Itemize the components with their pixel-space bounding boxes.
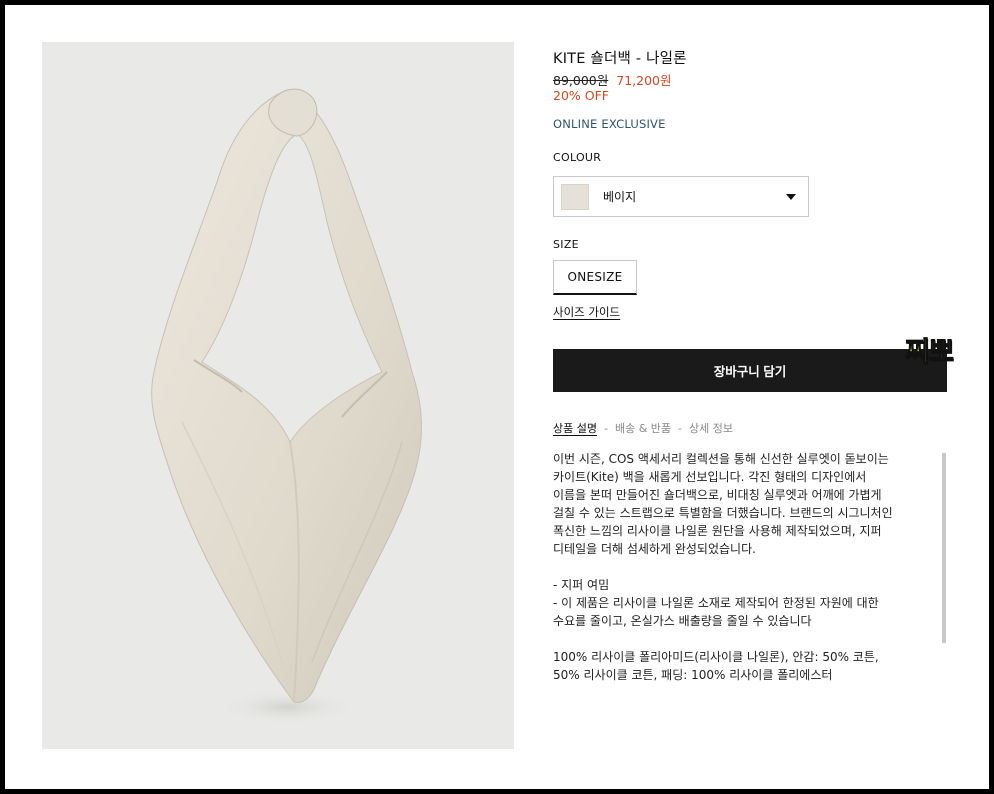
description-line: 카이트(Kite) 백을 새롭게 선보입니다. 각진 형태의 디자인에서 <box>553 470 867 484</box>
price-original: 89,000원 <box>553 73 609 88</box>
description-panel: 이번 시즌, COS 액세서리 컬렉션을 통해 신선한 실루엣이 돋보이는 카이… <box>553 450 935 690</box>
colour-value: 베이지 <box>603 190 637 204</box>
description-line: 폭신한 느낌의 리사이클 나일론 원단을 사용해 제작되었으며, 지퍼 <box>553 524 882 538</box>
materials-line: 100% 리사이클 폴리아미드(리사이클 나일론), 안감: 50% 코튼, <box>553 650 879 664</box>
size-guide-link[interactable]: 사이즈 가이드 <box>553 304 620 320</box>
tab-details[interactable]: 상세 정보 <box>689 422 733 435</box>
description-scrollbar[interactable] <box>942 453 946 643</box>
page-frame: KITE 숄더백 - 나일론 89,000원 71,200원 20% OFF ON… <box>5 5 989 789</box>
info-tabs: 상품 설명 - 배송 & 반품 - 상세 정보 <box>553 420 733 436</box>
bullet-line: - 지퍼 여밈 <box>553 578 610 592</box>
description-line: 디테일을 더해 섬세하게 완성되었습니다. <box>553 542 756 556</box>
product-image[interactable] <box>42 42 514 749</box>
sticker-text: 찌뽀 <box>904 336 954 368</box>
colour-select[interactable]: 베이지 <box>553 176 809 217</box>
tab-description[interactable]: 상품 설명 <box>553 422 597 435</box>
price-row: 89,000원 71,200원 <box>553 70 672 89</box>
colour-label: COLOUR <box>553 151 602 164</box>
size-label: SIZE <box>553 238 579 251</box>
add-to-cart-button[interactable]: 장바구니 담기 <box>553 349 947 392</box>
tab-separator: - <box>678 422 683 435</box>
bullet-line: - 이 제품은 리사이클 나일론 소재로 제작되어 한정된 자원에 대한 <box>553 596 879 610</box>
exclusive-badge: ONLINE EXCLUSIVE <box>553 117 666 131</box>
materials-line: 50% 리사이클 코튼, 패딩: 100% 리사이클 폴리에스터 <box>553 668 833 682</box>
size-option-onesize[interactable]: ONESIZE <box>553 260 637 295</box>
product-title: KITE 숄더백 - 나일론 <box>553 51 687 67</box>
bag-photo-icon <box>151 88 422 725</box>
discount-label: 20% OFF <box>553 88 609 103</box>
colour-swatch <box>561 183 589 210</box>
chevron-down-icon <box>786 193 796 200</box>
tab-separator: - <box>603 422 608 435</box>
bullet-line: 수요를 줄이고, 온실가스 배출량을 줄일 수 있습니다 <box>553 614 812 628</box>
tab-shipping[interactable]: 배송 & 반품 <box>615 422 671 435</box>
price-sale: 71,200원 <box>616 73 672 88</box>
description-line: 이번 시즌, COS 액세서리 컬렉션을 통해 신선한 실루엣이 돋보이는 <box>553 452 889 466</box>
description-line: 이름을 본떠 만들어진 숄더백으로, 비대칭 실루엣과 어깨에 가볍게 <box>553 488 882 502</box>
description-line: 걸칠 수 있는 스트랩으로 특별함을 더했습니다. 브랜드의 시그니처인 <box>553 506 893 520</box>
